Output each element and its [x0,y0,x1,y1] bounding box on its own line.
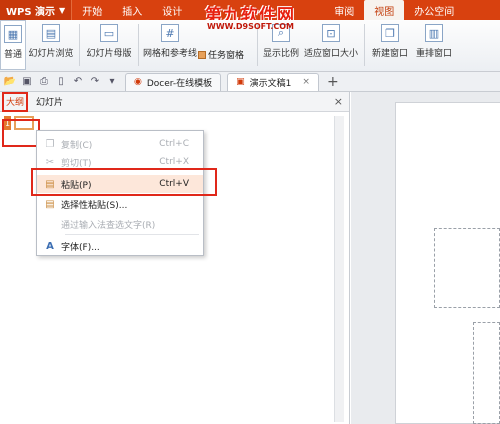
tab-view[interactable]: 视图 [364,0,405,20]
new-window-label: 新建窗口 [371,49,408,59]
save-icon[interactable]: ▣ [20,75,34,89]
menu-item-label: 选择性粘贴(S)... [61,200,128,211]
app-menu-button[interactable]: WPS 演示 ▼ [0,0,73,20]
title-placeholder[interactable] [434,228,500,308]
watermark-url: WWW.D9SOFT.COM [207,22,295,31]
ribbon-divider [79,24,80,66]
ribbon-divider [364,24,365,66]
normal-view-label: 普通 [3,50,22,60]
tab-office-space[interactable]: 办公空间 [404,0,464,20]
grid-icon: # [161,24,179,42]
grid-guides-label: 网格和参考线 [142,49,197,59]
doc-tab-label: Docer-在线模板 [146,78,213,89]
doc-tab-presentation[interactable]: ▣ 演示文稿1 × [227,72,319,91]
doc-tab-docer[interactable]: ◉ Docer-在线模板 [125,72,222,91]
doc-tab-label: 演示文稿1 [249,78,292,89]
menu-item-label: 字体(F)... [61,242,100,253]
panel-tabs: 大纲 幻灯片 × [0,92,349,112]
highlight-paste [31,168,217,196]
new-window-button[interactable]: ❐ 新建窗口 [368,20,412,70]
checkbox-icon [198,50,206,59]
highlight-slide-thumb [2,119,40,147]
arrange-window-button[interactable]: ▥ 重排窗口 [412,20,456,70]
menu-item-label: 通过输入法查选文字(R) [61,220,156,231]
redo-icon[interactable]: ↷ [88,75,102,89]
fit-window-button[interactable]: ⊡ 适应窗口大小 [301,20,361,70]
docer-icon: ◉ [134,77,142,87]
chevron-down-icon[interactable]: ▾ [105,75,119,89]
zoom-label: 显示比例 [262,49,299,59]
copy-icon: ❐ [45,138,55,150]
arrange-window-icon: ▥ [425,24,443,42]
add-tab-icon[interactable]: + [327,74,339,90]
slide-sorter-button[interactable]: ▤ 幻灯片浏览 [26,20,76,70]
arrange-window-label: 重排窗口 [415,49,452,59]
normal-view-button[interactable]: ▦ 普通 [0,20,26,70]
menu-item-font[interactable]: A 字体(F)... [37,237,203,255]
undo-icon[interactable]: ↶ [71,75,85,89]
subtitle-placeholder[interactable] [473,322,500,424]
new-window-icon: ❐ [381,24,399,42]
ribbon-divider [138,24,139,66]
vertical-scrollbar[interactable] [334,116,344,422]
slide-master-icon: ▭ [100,24,118,42]
fit-window-icon: ⊡ [322,24,340,42]
task-pane-checkbox[interactable]: 任务窗格 [198,48,254,61]
menu-item-shortcut: Ctrl+X [159,157,189,167]
slide-sorter-icon: ▤ [42,24,60,42]
presentation-icon: ▣ [236,77,245,87]
tab-slides[interactable]: 幻灯片 [30,92,69,112]
fit-window-label: 适应窗口大小 [303,49,358,59]
normal-view-icon: ▦ [4,25,22,43]
tab-insert[interactable]: 插入 [112,0,152,20]
tab-design[interactable]: 设计 [152,0,192,20]
menu-item-copy[interactable]: ❐ 复制(C) Ctrl+C [37,135,203,153]
menu-item-shortcut: Ctrl+C [159,139,189,149]
grid-guides-button[interactable]: # 网格和参考线 [142,20,198,70]
chevron-down-icon: ▼ [59,5,66,15]
slide-sorter-label: 幻灯片浏览 [28,49,74,59]
quick-access-bar: 📂 ▣ ⎙ ▯ ↶ ↷ ▾ ◉ Docer-在线模板 ▣ 演示文稿1 × + [0,72,500,92]
close-icon[interactable]: × [302,77,310,87]
print-icon[interactable]: ⎙ [37,75,51,89]
app-name: WPS 演示 [6,6,56,18]
slide-master-label: 幻灯片母版 [86,49,132,59]
font-icon: A [46,240,54,252]
close-icon[interactable]: × [334,95,343,108]
menu-divider [65,234,199,235]
highlight-outline-tab [2,92,28,112]
print-preview-icon[interactable]: ▯ [54,75,68,89]
tab-start[interactable]: 开始 [72,0,112,20]
cut-icon: ✂ [45,156,55,168]
menu-item-label: 剪切(T) [61,158,92,169]
menu-item-ime-search[interactable]: 通过输入法查选文字(R) [37,215,203,233]
slide-master-button[interactable]: ▭ 幻灯片母版 [83,20,135,70]
tab-review[interactable]: 审阅 [324,0,364,20]
open-folder-icon[interactable]: 📂 [3,75,17,89]
menu-item-paste-special[interactable]: ▤ 选择性粘贴(S)... [37,195,203,213]
task-pane-label: 任务窗格 [208,51,245,61]
menu-item-label: 复制(C) [61,140,93,151]
paste-special-icon: ▤ [45,198,55,210]
